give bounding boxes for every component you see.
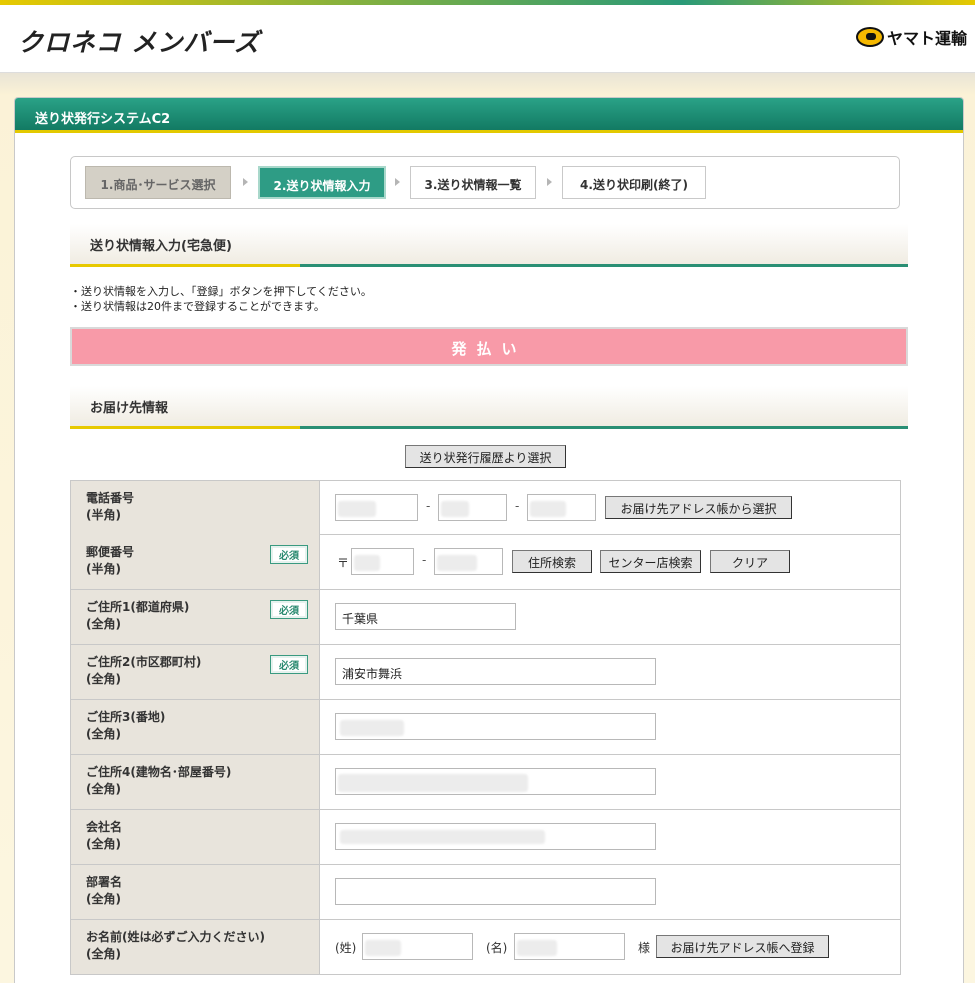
label-address4: ご住所4(建物名･部屋番号) (全角)	[70, 755, 320, 809]
last-name-label: (姓)	[335, 941, 357, 955]
header-shadow	[0, 73, 975, 95]
instruction-line: ・送り状情報は20件まで登録することができます。	[70, 300, 325, 313]
company-input[interactable]	[335, 823, 656, 850]
main-panel: 送り状発行システムC2 1.商品･サービス選択 2.送り状情報入力 3.送り状情…	[14, 97, 964, 983]
last-name-input[interactable]	[362, 933, 473, 960]
row-name: お名前(姓は必ずご入力ください) (全角) (姓) (名) 様 お届け先アドレス…	[70, 920, 901, 975]
label-department: 部署名 (全角)	[70, 865, 320, 919]
postal-input-1[interactable]	[351, 548, 414, 575]
row-address1: ご住所1(都道府県) (全角) 必須 千葉県	[70, 590, 901, 645]
phone-input-2[interactable]	[438, 494, 507, 521]
phone-input-1[interactable]	[335, 494, 418, 521]
step-3: 3.送り状情報一覧	[410, 166, 536, 199]
row-postal: 郵便番号 (半角) 必須 〒 - 住所検索 センター店検索 クリア	[70, 535, 901, 590]
label-address3: ご住所3(番地) (全角)	[70, 700, 320, 754]
section-delivery-info: お届け先情報	[70, 386, 908, 429]
postal-mark: 〒	[337, 556, 350, 570]
row-company: 会社名 (全角)	[70, 810, 901, 865]
label-phone: 電話番号 (半角)	[70, 481, 320, 535]
step-2: 2.送り状情報入力	[258, 166, 386, 199]
select-from-history-button[interactable]: 送り状発行履歴より選択	[405, 445, 566, 468]
required-badge: 必須	[270, 545, 308, 564]
label-name: お名前(姓は必ずご入力ください) (全角)	[70, 920, 320, 974]
phone-input-3[interactable]	[527, 494, 596, 521]
first-name-label: (名)	[486, 941, 508, 955]
yamato-brand[interactable]: ヤマト運輸	[855, 25, 967, 49]
address-search-button[interactable]: 住所検索	[512, 550, 592, 573]
row-department: 部署名 (全角)	[70, 865, 901, 920]
department-input[interactable]	[335, 878, 656, 905]
section-invoice-input: 送り状情報入力(宅急便)	[70, 224, 908, 267]
address4-input[interactable]	[335, 768, 656, 795]
first-name-input[interactable]	[514, 933, 625, 960]
step-separator-icon	[547, 178, 552, 186]
center-store-search-button[interactable]: センター店検索	[600, 550, 701, 573]
register-to-address-book-button[interactable]: お届け先アドレス帳へ登録	[656, 935, 829, 958]
postal-input-2[interactable]	[434, 548, 503, 575]
step-4: 4.送り状印刷(終了)	[562, 166, 706, 199]
section-title: お届け先情報	[90, 401, 169, 416]
clear-button[interactable]: クリア	[710, 550, 790, 573]
row-address2: ご住所2(市区郡町村) (全角) 必須 浦安市舞浜	[70, 645, 901, 700]
section-title: 送り状情報入力(宅急便)	[90, 239, 232, 254]
address1-input[interactable]: 千葉県	[335, 603, 516, 630]
site-header: クロネコ メンバーズ ヤマト運輸	[0, 5, 975, 73]
row-address3: ご住所3(番地) (全角)	[70, 700, 901, 755]
panel-title: 送り状発行システムC2	[15, 98, 963, 133]
required-badge: 必須	[270, 600, 308, 619]
address2-input[interactable]: 浦安市舞浜	[335, 658, 656, 685]
select-from-address-book-button[interactable]: お届け先アドレス帳から選択	[605, 496, 792, 519]
step-separator-icon	[243, 178, 248, 186]
required-badge: 必須	[270, 655, 308, 674]
payment-type-bar: 発払い	[70, 327, 908, 366]
label-address1: ご住所1(都道府県) (全角) 必須	[70, 590, 320, 644]
step-separator-icon	[395, 178, 400, 186]
instruction-line: ・送り状情報を入力し、「登録」ボタンを押下してください。	[70, 285, 372, 298]
honorific: 様	[638, 941, 651, 955]
brand-text: ヤマト運輸	[886, 29, 967, 48]
kuroneko-members-logo[interactable]: クロネコ メンバーズ	[18, 23, 260, 59]
step-1: 1.商品･サービス選択	[85, 166, 231, 199]
label-address2: ご住所2(市区郡町村) (全角) 必須	[70, 645, 320, 699]
row-phone: 電話番号 (半角) - - お届け先アドレス帳から選択	[70, 480, 901, 535]
label-company: 会社名 (全角)	[70, 810, 320, 864]
yamato-cat-icon	[855, 27, 884, 47]
label-postal: 郵便番号 (半角) 必須	[70, 535, 320, 589]
row-address4: ご住所4(建物名･部屋番号) (全角)	[70, 755, 901, 810]
address3-input[interactable]	[335, 713, 656, 740]
instructions: ・送り状情報を入力し、「登録」ボタンを押下してください。 ・送り状情報は20件ま…	[70, 284, 372, 314]
step-indicator: 1.商品･サービス選択 2.送り状情報入力 3.送り状情報一覧 4.送り状印刷(…	[70, 156, 900, 209]
